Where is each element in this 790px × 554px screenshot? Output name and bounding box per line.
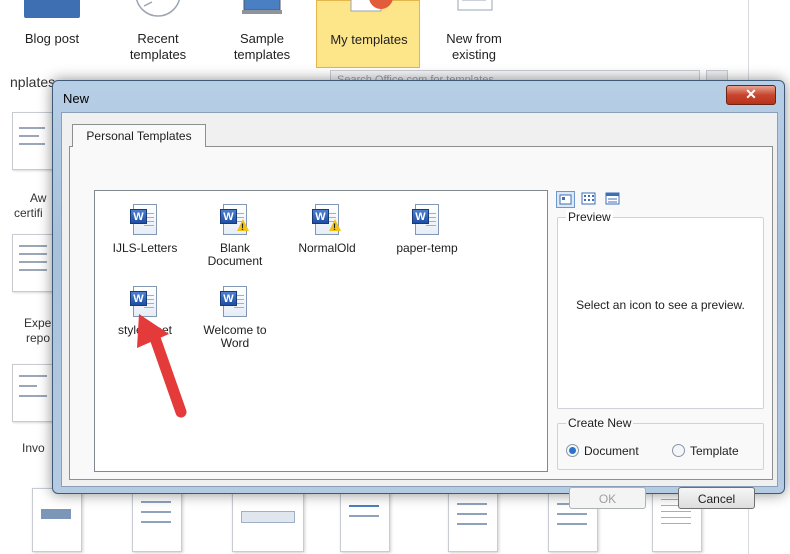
create-new-group: Create New Document Template — [557, 416, 764, 470]
preview-text: Select an icon to see a preview. — [576, 298, 745, 312]
template-item-welcome-to-word[interactable]: W Welcome to Word — [193, 285, 277, 350]
word-document-warning-icon: W! — [312, 203, 342, 237]
clock-icon — [136, 0, 180, 17]
template-item-normalold[interactable]: W! NormalOld — [285, 203, 369, 255]
dialog-title: New — [63, 91, 90, 106]
cancel-button[interactable]: Cancel — [678, 487, 755, 509]
preview-label: Preview — [566, 210, 613, 224]
expense-report-thumbnail[interactable] — [12, 234, 56, 292]
template-item-paper-temp[interactable]: W paper-temp — [385, 203, 469, 255]
radio-unselected-icon — [672, 444, 685, 457]
large-icons-view-icon[interactable] — [556, 191, 575, 208]
my-templates-tile[interactable]: My templates — [316, 0, 420, 68]
sample-templates-tile[interactable]: Sample templates — [214, 0, 310, 70]
expense-label: Expe — [24, 316, 52, 330]
template-label: paper-temp — [396, 241, 458, 255]
preview-group: Preview Select an icon to see a preview. — [557, 210, 764, 409]
template-label: IJLS-Letters — [112, 241, 178, 255]
award-label: Aw — [30, 191, 47, 205]
template-thumbnail[interactable] — [32, 488, 82, 552]
template-item-blank-document[interactable]: W! Blank Document — [193, 203, 277, 268]
certificate-label: certifi — [14, 206, 43, 220]
recent-templates-label: Recent templates — [129, 31, 187, 62]
details-view-icon[interactable] — [604, 191, 623, 208]
ok-button[interactable]: OK — [569, 487, 646, 509]
list-view-icon[interactable] — [580, 191, 599, 208]
blog-post-label: Blog post — [24, 31, 80, 46]
invoice-thumbnail[interactable] — [12, 364, 56, 422]
word-document-icon: W — [412, 203, 442, 237]
recent-templates-tile[interactable]: Recent templates — [110, 0, 206, 70]
radio-selected-icon — [566, 444, 579, 457]
document-radio[interactable]: Document — [566, 444, 639, 458]
template-thumbnail[interactable] — [132, 488, 182, 552]
new-from-existing-label: New from existing — [446, 31, 502, 62]
template-radio[interactable]: Template — [672, 444, 739, 458]
template-thumbnail[interactable] — [448, 488, 498, 552]
red-arrow-annotation — [137, 314, 187, 418]
document-radio-label: Document — [584, 444, 639, 458]
dialog-client-area: Personal Templates W IJLS-Letters W! Bla… — [61, 112, 778, 509]
word-document-warning-icon: W! — [220, 203, 250, 237]
new-from-existing-tile[interactable]: New from existing — [426, 0, 522, 70]
tab-personal-templates[interactable]: Personal Templates — [72, 124, 206, 147]
word-document-icon: W — [130, 203, 160, 237]
award-certificate-thumbnail[interactable] — [12, 112, 56, 170]
create-new-label: Create New — [566, 416, 634, 430]
word-document-icon: W — [220, 285, 250, 319]
blog-post-tile[interactable]: Blog post — [4, 0, 100, 70]
invoice-label: Invo — [22, 441, 45, 455]
report-label: repo — [26, 331, 51, 345]
template-thumbnail[interactable] — [232, 488, 304, 552]
my-templates-label: My templates — [330, 32, 408, 47]
template-label: Welcome to Word — [203, 323, 267, 350]
my-templates-icon — [350, 0, 393, 12]
template-label: Blank Document — [207, 241, 263, 268]
template-item-ijls-letters[interactable]: W IJLS-Letters — [103, 203, 187, 255]
new-dialog: New ✕ Personal Templates W IJLS-Letters … — [52, 80, 785, 509]
close-button[interactable]: ✕ — [726, 85, 776, 105]
sample-templates-label: Sample templates — [233, 31, 291, 62]
template-label: NormalOld — [298, 241, 356, 255]
template-radio-label: Template — [690, 444, 739, 458]
template-thumbnail[interactable] — [340, 488, 390, 552]
templates-section-label: nplates — [10, 74, 56, 90]
backstage-template-strip: Blog post Recent templates Sample templa… — [0, 0, 790, 70]
monitor-icon — [242, 0, 282, 14]
blog-post-thumbnail — [24, 0, 80, 18]
new-from-existing-icon — [457, 0, 493, 11]
